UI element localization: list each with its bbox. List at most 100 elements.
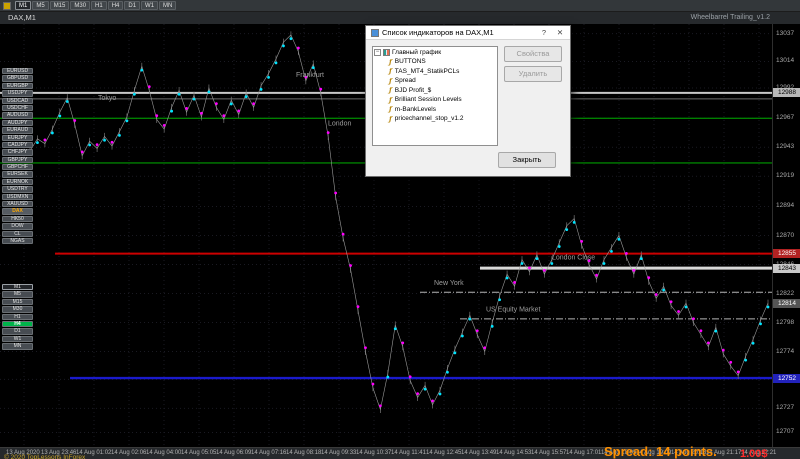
- tree-root-label: Главный график: [392, 49, 442, 56]
- function-icon: ƒ: [389, 105, 392, 113]
- symbol-button-euraud[interactable]: EURAUD: [2, 127, 33, 134]
- delete-button[interactable]: Удалить: [504, 66, 562, 82]
- session-label-frankfurt: Frankfurt: [296, 72, 324, 79]
- session-label-london-close: London Close: [552, 255, 595, 262]
- toolbar-timeframe-d1[interactable]: D1: [124, 1, 141, 10]
- mt4-window: M1 M5 M15 M30 H1 H4 D1 W1 MN DAX,M1 Wheelbarrel …: [0, 0, 800, 459]
- tree-item-spread[interactable]: ƒ Spread: [389, 77, 496, 85]
- price-axis-label: 12774: [776, 347, 795, 355]
- symbol-button-audusd[interactable]: AUDUSD: [2, 112, 33, 119]
- close-button[interactable]: Закрыть: [498, 152, 556, 168]
- toolbar-timeframe-h4[interactable]: H4: [107, 1, 124, 10]
- tree-item-buttons[interactable]: ƒ BUTTONS: [389, 58, 496, 66]
- sidebar-timeframe-h1[interactable]: H1: [2, 313, 33, 320]
- time-axis-label: 14 Aug 08:18: [286, 450, 322, 456]
- symbol-button-eursek[interactable]: EURSEK: [2, 171, 33, 178]
- session-label-new-york: New York: [434, 280, 464, 287]
- close-icon[interactable]: ✕: [552, 27, 568, 38]
- help-icon[interactable]: ?: [536, 27, 552, 38]
- symbol-button-cadjpy[interactable]: CADJPY: [2, 141, 33, 149]
- copyright-label: © 2020 TopLessons InForex: [4, 454, 86, 459]
- sidebar-timeframe-mn[interactable]: MN: [2, 343, 33, 350]
- account-value: 1.00$: [740, 448, 768, 459]
- time-axis-label: 14 Aug 12:45: [426, 450, 462, 456]
- sidebar-timeframe-m5[interactable]: M5: [2, 291, 33, 298]
- time-axis-label: 14 Aug 13:49: [461, 450, 497, 456]
- time-axis-label: 14 Aug 15:57: [531, 450, 567, 456]
- price-axis-label: 13014: [776, 57, 795, 65]
- dialog-body: − Главный график ƒ BUTTONS ƒ TAS_MT4_Statik…: [366, 40, 570, 176]
- symbol-button-xauusd[interactable]: XAUUSD: [2, 201, 33, 208]
- symbol-button-eurnok[interactable]: EURNOK: [2, 178, 33, 186]
- collapse-icon[interactable]: −: [374, 49, 381, 56]
- sidebar-timeframe-w1[interactable]: W1: [2, 335, 33, 343]
- function-icon: ƒ: [389, 95, 392, 104]
- tree-root-main-chart[interactable]: − Главный график: [374, 49, 496, 56]
- price-axis-label: 12822: [776, 289, 795, 297]
- session-label-tokyo: Tokyo: [98, 95, 116, 102]
- sidebar-timeframe-m30[interactable]: M30: [2, 306, 33, 313]
- tree-item-bjd-profit[interactable]: ƒ BJD Profit_$: [389, 86, 496, 94]
- symbol-button-hk50[interactable]: HK50: [2, 215, 33, 223]
- sidebar-timeframe-d1[interactable]: D1: [2, 328, 33, 335]
- symbol-button-eurgbp[interactable]: EURGBP: [2, 82, 33, 90]
- symbol-button-gbpusd[interactable]: GBPUSD: [2, 75, 33, 82]
- tree-item-brilliant-session-levels[interactable]: ƒ Brilliant Session Levels: [389, 96, 496, 104]
- tree-item-m-banklevels[interactable]: ƒ m-BankLevels: [389, 105, 496, 113]
- tree-item-tas-mt4-statikpcls[interactable]: ƒ TAS_MT4_StatikPCLs: [389, 67, 496, 75]
- trailing-indicator-label: Wheelbarrel Trailing_v1.2: [690, 14, 770, 21]
- price-axis[interactable]: 1303713014129921296712943129191289412870…: [772, 24, 800, 447]
- symbol-button-usdmxn[interactable]: USDMXN: [2, 193, 33, 201]
- sidebar-timeframe-m15[interactable]: M15: [2, 298, 33, 306]
- toolbar-timeframe-w1[interactable]: W1: [141, 1, 159, 10]
- time-axis-label: 14 Aug 11:41: [391, 450, 426, 456]
- properties-button[interactable]: Свойства: [504, 46, 562, 62]
- symbol-button-dow[interactable]: DOW: [2, 223, 33, 230]
- price-axis-label: 12727: [776, 404, 795, 412]
- dialog-titlebar[interactable]: Список индикаторов на DAX,M1 ? ✕: [366, 26, 570, 40]
- toolbar-timeframe-m15[interactable]: M15: [49, 1, 70, 10]
- price-tag: 12752: [773, 373, 800, 383]
- symbol-button-usdchf[interactable]: USDCHF: [2, 104, 33, 112]
- symbol-button-gbpjpy[interactable]: GBPJPY: [2, 156, 33, 164]
- tree-item-label: TAS_MT4_StatikPCLs: [394, 67, 460, 75]
- symbol-button-usdcad[interactable]: USDCAD: [2, 97, 33, 104]
- price-tag: 12855: [773, 249, 800, 259]
- symbol-button-cl[interactable]: CL: [2, 230, 33, 237]
- time-axis-label: 14 Aug 02:06: [111, 450, 147, 456]
- toolbar-timeframe-m30[interactable]: M30: [70, 1, 91, 10]
- toolbar-timeframe-m1[interactable]: M1: [15, 1, 32, 10]
- time-axis-label: 14 Aug 07:16: [251, 450, 287, 456]
- sidebar-timeframe-h4[interactable]: H4: [2, 320, 33, 328]
- indicator-tree-children: ƒ BUTTONS ƒ TAS_MT4_StatikPCLs ƒ Spread ƒ BJD P…: [374, 58, 496, 123]
- sidebar-timeframe-m1[interactable]: M1: [2, 284, 33, 291]
- symbol-button-eurjpy[interactable]: EURJPY: [2, 134, 33, 141]
- symbol-button-usdjpy[interactable]: USDJPY: [2, 90, 33, 97]
- symbol-button-usdtry[interactable]: USDTRY: [2, 186, 33, 193]
- symbol-button-ngas[interactable]: NGAS: [2, 237, 33, 245]
- symbol-button-dax[interactable]: DAX: [2, 208, 33, 215]
- price-axis-label: 12894: [776, 202, 795, 210]
- time-axis-label: 14 Aug 09:33: [321, 450, 357, 456]
- tree-item-label: BJD Profit_$: [394, 86, 432, 94]
- tree-item-pricechannel-stop-v1-2[interactable]: ƒ pricechannel_stop_v1.2: [389, 115, 496, 123]
- symbol-button-audjpy[interactable]: AUDJPY: [2, 119, 33, 127]
- function-icon: ƒ: [389, 57, 392, 66]
- main-chart-icon: [383, 49, 390, 56]
- symbol-button-gbpchf[interactable]: GBPCHF: [2, 164, 33, 171]
- indicator-tree[interactable]: − Главный график ƒ BUTTONS ƒ TAS_MT4_Statik…: [372, 46, 498, 146]
- symbol-button-eurusd[interactable]: EURUSD: [2, 68, 33, 75]
- dialog-chart-icon: [371, 28, 379, 37]
- price-axis-label: 12967: [776, 114, 795, 122]
- function-icon: ƒ: [389, 114, 392, 123]
- tree-item-label: pricechannel_stop_v1.2: [394, 115, 464, 122]
- tree-item-label: Brilliant Session Levels: [394, 96, 462, 103]
- time-axis-label: 14 Aug 14:53: [496, 450, 532, 456]
- time-axis-label: 14 Aug 17:01: [566, 450, 602, 456]
- toolbar-timeframe-h1[interactable]: H1: [91, 1, 107, 10]
- symbol-button-chfjpy[interactable]: CHFJPY: [2, 149, 33, 156]
- chart-tab[interactable]: DAX,M1: [8, 12, 36, 24]
- toolbar-timeframe-mn[interactable]: MN: [159, 1, 177, 10]
- toolbar-timeframe-m5[interactable]: M5: [32, 1, 49, 10]
- price-axis-label: 12943: [776, 143, 795, 151]
